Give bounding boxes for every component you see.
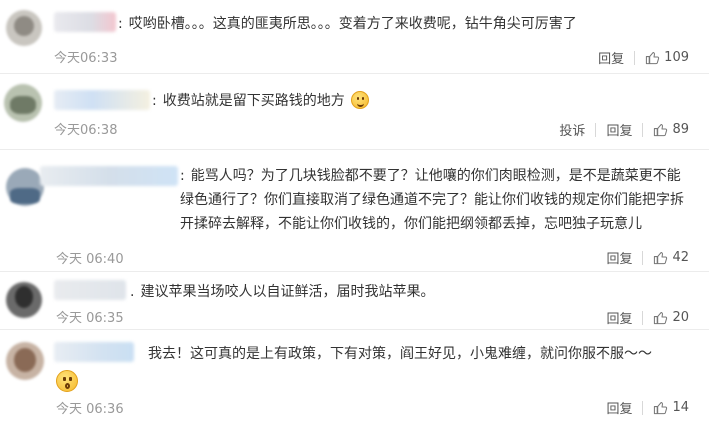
like-count: 89 [672,122,689,137]
like-button[interactable]: 20 [653,310,689,325]
comment-item: : 能骂人吗？为了几块钱脸都不要了？让他嚷的你们肉眼检测，是不是蔬菜更不能绿色通行… [0,150,709,272]
smile-emoji-icon [351,91,370,109]
thumbs-up-icon [646,52,660,65]
avatar[interactable] [6,168,44,206]
divider [634,50,636,65]
avatar[interactable] [6,10,42,46]
like-button[interactable]: 14 [653,400,689,415]
divider [642,400,644,415]
thumbs-up-icon [654,252,668,265]
like-count: 14 [672,400,689,415]
reply-button[interactable]: 回复 [606,398,632,417]
username-blurred[interactable] [54,90,150,110]
comment-actions: 回复 20 [606,308,689,327]
comment-time: 今天06:38 [54,123,118,138]
thumbs-up-icon [654,402,668,415]
thumbs-up-icon [654,312,668,325]
avatar[interactable] [6,282,42,318]
username-blurred[interactable] [40,166,178,186]
reply-button[interactable]: 回复 [606,248,632,267]
like-button[interactable]: 42 [653,250,689,265]
divider [595,122,597,137]
thumbs-up-icon [654,124,668,137]
like-count: 20 [672,310,689,325]
comment-text: : 哎哟卧槽。。。这真的匪夷所思。。。变着方了来收费呢，钻牛角尖可厉害了 [118,16,577,32]
reply-button[interactable]: 回复 [606,308,632,327]
comment-actions: 回复 42 [606,248,689,267]
comment-time: 今天 06:36 [56,402,124,417]
reply-button[interactable]: 回复 [598,48,624,67]
comment-actions: 回复 109 [598,48,689,67]
username-blurred[interactable] [54,12,116,32]
comment-time: 今天06:33 [54,51,118,66]
like-button[interactable]: 109 [645,50,689,65]
comment-time: 今天 06:35 [56,311,124,326]
comment-text: . 建议苹果当场咬人以自证鲜活，届时我站苹果。 [130,284,435,300]
divider [642,122,644,137]
report-button[interactable]: 投诉 [559,120,585,139]
like-count: 42 [672,250,689,265]
comment-time: 今天 06:40 [56,252,124,267]
like-count: 109 [664,50,689,65]
comment-item: : 收费站就是留下买路钱的地方 今天06:38 投诉 回复 89 [0,74,709,150]
reply-button[interactable]: 回复 [606,120,632,139]
comment-text: : 能骂人吗？为了几块钱脸都不要了？让他嚷的你们肉眼检测，是不是蔬菜更不能绿色通行… [180,168,684,232]
divider [642,250,644,265]
avatar[interactable] [6,342,44,380]
username-blurred[interactable] [54,342,134,362]
comment-item: . 建议苹果当场咬人以自证鲜活，届时我站苹果。 今天 06:35 回复 20 [0,272,709,330]
comment-item: 我去！这可真的是上有政策，下有对策，阎王好见，小鬼难缠，就问你服不服～～ 今天 … [0,330,709,432]
username-blurred[interactable] [54,280,126,300]
avatar[interactable] [4,84,42,122]
like-button[interactable]: 89 [653,122,689,137]
surprised-emoji-icon [56,370,78,392]
comment-actions: 回复 14 [606,398,689,417]
comment-text: 我去！这可真的是上有政策，下有对策，阎王好见，小鬼难缠，就问你服不服～～ [148,346,652,362]
divider [642,310,644,325]
comment-list: : 哎哟卧槽。。。这真的匪夷所思。。。变着方了来收费呢，钻牛角尖可厉害了 今天06… [0,0,709,432]
comment-text: : 收费站就是留下买路钱的地方 [152,89,652,113]
comment-item: : 哎哟卧槽。。。这真的匪夷所思。。。变着方了来收费呢，钻牛角尖可厉害了 今天06… [0,0,709,74]
comment-actions: 投诉 回复 89 [559,120,689,139]
